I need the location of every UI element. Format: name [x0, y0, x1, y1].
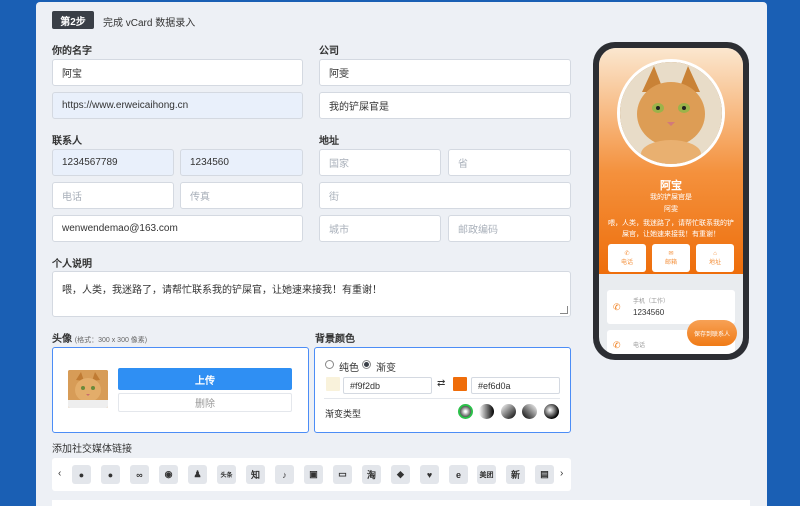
taobao-icon[interactable]: 淘 — [362, 465, 381, 484]
gradient-diagonal2-option[interactable] — [522, 404, 537, 419]
work-phone-input[interactable]: 1234560 — [180, 149, 303, 176]
bilibili-icon[interactable]: ▭ — [333, 465, 352, 484]
color1-swatch[interactable] — [326, 377, 340, 391]
phone-contact-card: ✆ 手机（工作） 1234560 — [607, 290, 735, 324]
country-input[interactable]: 国家 — [319, 149, 441, 176]
color1-input[interactable]: #f9f2db — [343, 377, 432, 394]
fax-input[interactable]: 传真 — [180, 182, 303, 209]
step-title: 完成 vCard 数据录入 — [103, 18, 196, 29]
save-contact-button[interactable]: 保存到联系人 — [687, 320, 737, 346]
gradient-radial2-option[interactable] — [544, 404, 559, 419]
zip-input[interactable]: 邮政编码 — [448, 215, 571, 242]
phone-address-action[interactable]: ⌂ 地址 — [696, 244, 734, 272]
phone-card2-label: 电话 — [633, 343, 646, 349]
gradient-radial-option[interactable] — [458, 404, 473, 419]
bgcolor-label: 背景颜色 — [315, 334, 355, 345]
phone-header: 阿宝 我的铲屎官是 阿雯 喂，人类，我迷路了，请帮忙联系我的铲屎官，让她速来接我… — [599, 48, 743, 274]
phone-input[interactable]: 电话 — [52, 182, 174, 209]
contact-label: 联系人 — [52, 136, 82, 147]
avatar-label-text: 头像 — [52, 334, 72, 345]
phone-company: 阿雯 — [664, 206, 678, 213]
upload-button[interactable]: 上传 — [118, 368, 292, 390]
douyin-icon[interactable]: ♪ — [275, 465, 294, 484]
phone-email-action[interactable]: ✉ 邮箱 — [652, 244, 690, 272]
mail-icon: ✉ — [668, 251, 674, 257]
phone-note: 喂，人类，我迷路了，请帮忙联系我的铲屎官，让她速来接我！有重谢！ — [608, 220, 734, 238]
swap-icon[interactable]: ⇄ — [437, 378, 445, 389]
xianyu-icon[interactable]: ◆ — [391, 465, 410, 484]
bio-label: 个人说明 — [52, 259, 92, 270]
gradient-type-label: 渐变类型 — [325, 409, 362, 419]
qq-icon[interactable]: ♟ — [188, 465, 207, 484]
phone-title: 我的铲屎官是 — [650, 194, 692, 201]
gift-icon[interactable]: ♥ — [420, 465, 439, 484]
zhihu-icon[interactable]: 知 — [246, 465, 265, 484]
bio-text: 喂，人类，我迷路了，请帮忙联系我的铲屎官，让她速来接我！有重谢！ — [62, 285, 382, 296]
website-input[interactable]: https://www.erweicaihong.cn — [52, 92, 303, 119]
kuaishou-icon[interactable]: ▣ — [304, 465, 323, 484]
phone-card2-icon: ✆ — [613, 340, 621, 350]
phone-address-label: 地址 — [708, 259, 721, 266]
meituan-icon[interactable]: 美团 — [477, 465, 496, 484]
mobile-input[interactable]: 1234567789 — [52, 149, 174, 176]
name-label: 你的名字 — [52, 46, 92, 57]
cat-photo-icon — [620, 62, 722, 164]
city-input[interactable]: 城市 — [319, 215, 441, 242]
divider — [324, 398, 560, 399]
solid-radio[interactable] — [325, 360, 334, 369]
job-title-input[interactable]: 我的铲屎官是 — [319, 92, 571, 119]
edge-icon[interactable]: e — [449, 465, 468, 484]
chevron-right-icon[interactable]: › — [560, 468, 563, 479]
province-input[interactable]: 省 — [448, 149, 571, 176]
news-icon[interactable]: 新 — [506, 465, 525, 484]
more-icon[interactable]: ▤ — [535, 465, 554, 484]
street-input[interactable]: 街 — [319, 182, 571, 209]
email-input[interactable]: wenwendemao@163.com — [52, 215, 303, 242]
social-label: 添加社交媒体链接 — [52, 444, 132, 455]
company-label: 公司 — [319, 46, 339, 57]
toutiao-icon[interactable]: 头条 — [217, 465, 236, 484]
avatar-thumbnail — [68, 370, 108, 408]
delete-button[interactable]: 删除 — [118, 393, 292, 412]
phone-call-label: 电话 — [620, 260, 633, 266]
chevron-left-icon[interactable]: ‹ — [58, 468, 61, 479]
name-input[interactable]: 阿宝 — [52, 59, 303, 86]
wechat-moments-icon[interactable]: ● — [101, 465, 120, 484]
color2-swatch[interactable] — [453, 377, 467, 391]
color2-input[interactable]: #ef6d0a — [471, 377, 560, 394]
phone-name: 阿宝 — [660, 180, 682, 192]
gradient-diagonal-option[interactable] — [501, 404, 516, 419]
phone-avatar — [617, 59, 725, 167]
gradient-radio[interactable] — [362, 360, 371, 369]
company-input[interactable]: 阿雯 — [319, 59, 571, 86]
next-section — [52, 500, 750, 506]
weibo-icon[interactable]: ◉ — [159, 465, 178, 484]
bio-textarea[interactable]: 喂，人类，我迷路了，请帮忙联系我的铲屎官，让她速来接我！有重谢！ — [52, 271, 571, 317]
cat-image-icon — [68, 370, 108, 408]
link-icon[interactable]: ∞ — [130, 465, 149, 484]
avatar-hint: (格式：300 x 300 像素) — [74, 337, 148, 344]
step-badge: 第2步 — [52, 11, 94, 29]
gradient-label: 渐变 — [376, 363, 396, 374]
phone-screen: 阿宝 我的铲屎官是 阿雯 喂，人类，我迷路了，请帮忙联系我的铲屎官，让她速来接我… — [599, 48, 743, 354]
phone-card-icon: ✆ — [613, 302, 621, 312]
gradient-horizontal-option[interactable] — [479, 404, 494, 419]
solid-label: 纯色 — [339, 363, 359, 374]
phone-card-value: 1234560 — [633, 308, 665, 317]
phone-email-label: 邮箱 — [664, 260, 677, 266]
avatar-label: 头像 (格式：300 x 300 像素) — [52, 330, 147, 345]
resize-handle-icon[interactable] — [560, 306, 568, 314]
phone-icon: ✆ — [624, 251, 630, 257]
wechat-icon[interactable]: ● — [72, 465, 91, 484]
address-label: 地址 — [319, 136, 339, 147]
phone-call-action[interactable]: ✆ 电话 — [608, 244, 646, 272]
phone-card-label: 手机（工作） — [633, 299, 670, 305]
